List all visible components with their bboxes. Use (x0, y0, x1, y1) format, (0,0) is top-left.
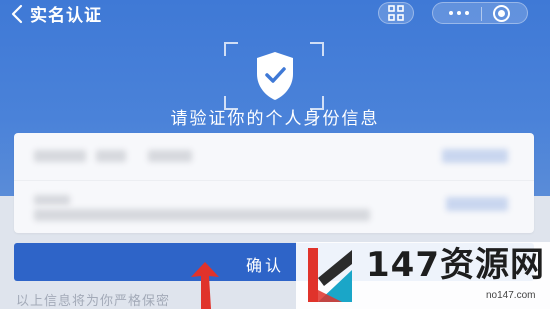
red-arrow-icon (191, 262, 219, 309)
scan-button[interactable] (378, 2, 414, 24)
id-number-field[interactable] (14, 183, 534, 231)
more-button[interactable] (439, 3, 479, 23)
privacy-note: 以上信息将为你严格保密 (16, 294, 171, 309)
page-title: 实名认证 (30, 6, 102, 26)
close-circle-icon (498, 10, 505, 17)
top-nav-bar: 实名认证 (0, 0, 550, 28)
capsule-divider (481, 7, 482, 21)
close-button[interactable] (493, 5, 510, 22)
watermark-domain: no147.com (486, 290, 536, 301)
verify-subtitle: 请验证你的个人身份信息 (170, 109, 380, 129)
watermark-logo-icon (308, 248, 352, 302)
back-button[interactable]: 实名认证 (10, 1, 102, 26)
confirm-button-label: 确认 (246, 256, 285, 275)
watermark-brand: 147资源网 (366, 245, 545, 285)
miniprogram-capsule (432, 2, 528, 24)
more-dots-icon (449, 11, 453, 15)
shield-frame (224, 42, 324, 110)
scan-icon (388, 5, 404, 21)
chevron-left-icon (11, 4, 23, 23)
shield-check-icon (257, 52, 293, 100)
name-field[interactable] (14, 133, 534, 181)
identity-form-card (14, 133, 534, 233)
